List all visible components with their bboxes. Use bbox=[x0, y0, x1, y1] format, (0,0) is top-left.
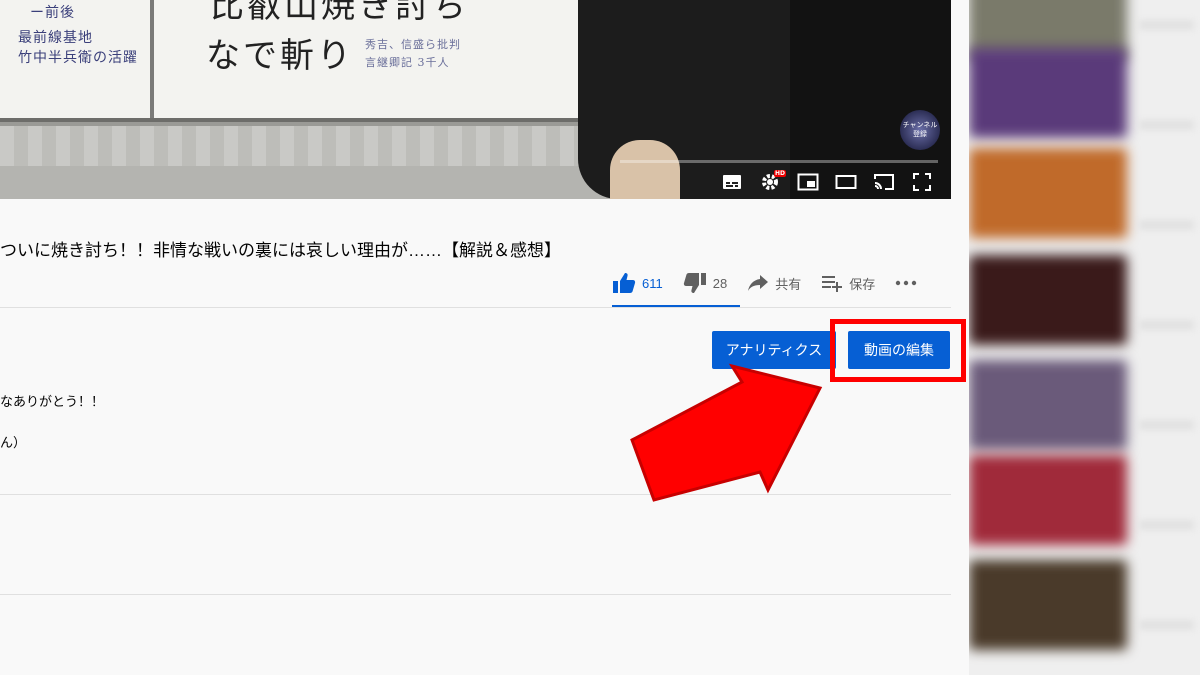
board-text: 比叡山焼き討ち bbox=[210, 0, 469, 26]
settings-gear-icon[interactable]: HD bbox=[758, 170, 786, 194]
fullscreen-icon[interactable] bbox=[910, 170, 934, 194]
recommended-thumbnail[interactable] bbox=[969, 560, 1127, 650]
board-text: ー前後 bbox=[30, 5, 75, 21]
hd-badge: HD bbox=[773, 170, 786, 177]
dislike-button[interactable]: 28 bbox=[683, 265, 727, 301]
recommended-meta bbox=[1139, 120, 1194, 130]
recommended-meta bbox=[1139, 520, 1194, 530]
highlight-box bbox=[830, 319, 966, 382]
board-text: なで斬り bbox=[206, 36, 354, 76]
theater-mode-icon[interactable] bbox=[834, 170, 858, 194]
board-text: 最前線基地 bbox=[18, 30, 93, 46]
board-text: 秀吉、信盛ら批判 bbox=[365, 38, 461, 51]
board-text: 竹中半兵衛の活躍 bbox=[18, 50, 138, 66]
share-arrow-icon bbox=[748, 275, 769, 291]
more-horizontal-icon bbox=[896, 280, 917, 286]
action-bar: 611 28 共有 保存 bbox=[612, 264, 937, 302]
video-player[interactable]: ー前後 最前線基地 竹中半兵衛の活躍 比叡山焼き討ち なで斬り 秀吉、信盛ら批判… bbox=[0, 0, 951, 199]
progress-bar[interactable] bbox=[620, 160, 938, 163]
share-button[interactable]: 共有 bbox=[747, 265, 801, 301]
divider bbox=[0, 594, 951, 595]
thumbs-down-icon bbox=[683, 273, 706, 293]
recommended-meta bbox=[1139, 320, 1194, 330]
like-count: 611 bbox=[642, 275, 663, 291]
recommended-thumbnail[interactable] bbox=[969, 148, 1127, 238]
presenter-hand bbox=[610, 140, 680, 199]
share-label: 共有 bbox=[775, 276, 802, 292]
dislike-count: 28 bbox=[712, 275, 728, 291]
save-button[interactable]: 保存 bbox=[821, 265, 875, 301]
recommended-thumbnail[interactable] bbox=[969, 48, 1127, 138]
like-button[interactable]: 611 bbox=[612, 265, 663, 301]
recommended-meta bbox=[1139, 620, 1194, 630]
miniplayer-icon[interactable] bbox=[796, 170, 820, 194]
more-actions-button[interactable] bbox=[895, 265, 917, 301]
description-line: ん） bbox=[0, 435, 27, 450]
playlist-add-icon bbox=[822, 276, 843, 292]
description-line: なありがとう！！ bbox=[0, 394, 105, 409]
pointer-arrow-icon bbox=[630, 363, 823, 502]
recommended-thumbnail[interactable] bbox=[969, 255, 1127, 345]
recommended-thumbnail[interactable] bbox=[969, 360, 1127, 450]
channel-watermark[interactable]: チャンネル登録 bbox=[900, 110, 940, 150]
recommendations-sidebar bbox=[969, 0, 1200, 675]
subtitles-icon[interactable] bbox=[720, 170, 744, 194]
save-label: 保存 bbox=[849, 276, 876, 292]
video-title: ついに焼き討ち！！非情な戦いの裏には哀しい理由が……【解説＆感想】 bbox=[0, 241, 561, 260]
recommended-thumbnail[interactable] bbox=[969, 455, 1127, 545]
cast-icon[interactable] bbox=[872, 170, 896, 194]
board-text: 言継卿記 3千人 bbox=[365, 56, 450, 69]
recommended-meta bbox=[1139, 220, 1194, 230]
recommended-meta bbox=[1139, 420, 1194, 430]
recommended-meta bbox=[1139, 20, 1194, 30]
player-controls: HD bbox=[720, 168, 934, 196]
thumbs-up-icon bbox=[613, 273, 636, 293]
whiteboard-divider bbox=[150, 0, 154, 118]
watermark-label: チャンネル登録 bbox=[902, 121, 938, 138]
video-floor bbox=[0, 166, 620, 199]
whiteboard-ledge bbox=[0, 126, 600, 166]
divider bbox=[0, 307, 951, 308]
